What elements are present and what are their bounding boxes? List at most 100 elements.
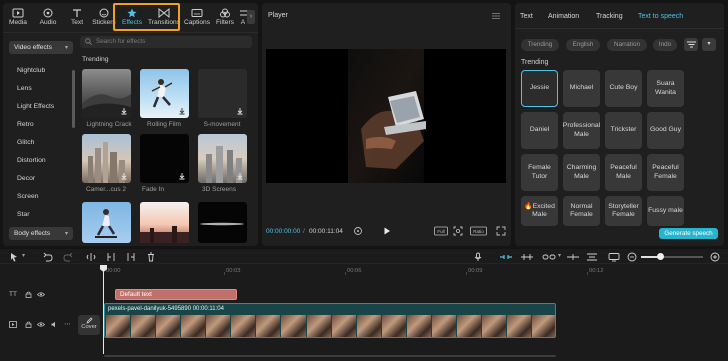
menu-icon[interactable] (492, 13, 500, 19)
toolbar-media[interactable]: Media (5, 6, 31, 31)
voice-michael[interactable]: Michael (563, 70, 600, 107)
voice-fussy-male[interactable]: Fussy male (647, 196, 684, 226)
download-icon[interactable] (178, 107, 186, 115)
zoom-in-icon[interactable] (710, 252, 720, 262)
category-glitch[interactable]: Glitch (17, 139, 34, 146)
chevron-down-icon[interactable]: ▾ (22, 252, 25, 259)
voice-suara-wanita[interactable]: Suara Wanita (647, 70, 684, 107)
filter-settings-button[interactable] (684, 38, 698, 51)
preview-axis-icon[interactable] (566, 252, 580, 262)
video-clip[interactable]: pexels-pavel-danilyuk-5495890 00:00:11:0… (104, 303, 556, 338)
tab-text[interactable]: Text (520, 13, 533, 20)
download-icon[interactable] (236, 107, 244, 115)
text-clip[interactable]: Default text (115, 289, 237, 300)
effect-thumb-rolling-film[interactable] (140, 69, 189, 118)
filter-narration[interactable]: Narration (607, 39, 647, 51)
filter-english[interactable]: English (566, 39, 600, 51)
voice-peaceful-male[interactable]: Peaceful Male (605, 154, 642, 191)
redo-icon[interactable] (63, 252, 73, 262)
voice-peaceful-female[interactable]: Peaceful Female (647, 154, 684, 191)
category-lens[interactable]: Lens (17, 85, 32, 92)
microphone-icon[interactable] (473, 252, 483, 262)
audio-mute-icon[interactable] (51, 321, 58, 328)
tab-text-to-speech[interactable]: Text to speech (638, 13, 683, 20)
undo-icon[interactable] (43, 252, 53, 262)
voice-normal-female[interactable]: Normal Female (563, 196, 600, 226)
effect-thumb-camera-focus-2[interactable] (82, 134, 131, 183)
download-icon[interactable] (120, 107, 128, 115)
snap-icon[interactable] (520, 252, 534, 262)
full-button[interactable]: Full (434, 226, 448, 236)
body-effects-dropdown[interactable]: Body effects ▾ (9, 227, 73, 240)
effect-thumb-light-line[interactable] (198, 202, 247, 243)
voice-excited-male[interactable]: 🔥Excited Male (521, 196, 558, 226)
video-preview[interactable] (266, 49, 506, 183)
category-scrollbar[interactable] (72, 70, 75, 128)
cover-button[interactable]: Cover (78, 315, 100, 335)
chevron-down-icon[interactable]: ▾ (558, 252, 561, 259)
category-star[interactable]: Star (17, 211, 29, 218)
split-right-icon[interactable] (126, 252, 136, 262)
category-nightclub[interactable]: Nightclub (17, 67, 45, 74)
effect-thumb-3d-screens[interactable] (198, 134, 247, 183)
split-left-icon[interactable] (106, 252, 116, 262)
voice-daniel[interactable]: Daniel (521, 112, 558, 149)
download-icon[interactable] (120, 172, 128, 180)
category-decor[interactable]: Decor (17, 175, 35, 182)
more-icon[interactable]: ⋯ (64, 320, 71, 328)
screen-icon[interactable] (608, 252, 620, 262)
effect-thumb-fade-in[interactable] (140, 134, 189, 183)
voice-good-guy[interactable]: Good Guy (647, 112, 684, 149)
category-light-effects[interactable]: Light Effects (17, 103, 54, 110)
download-icon[interactable] (178, 172, 186, 180)
effects-search-input[interactable]: Search for effects (80, 36, 252, 48)
timeline-scrollbar[interactable] (104, 355, 556, 357)
voice-storyteller-female[interactable]: Storyteller Female (605, 196, 642, 226)
video-effects-dropdown[interactable]: Video effects ▾ (9, 41, 73, 54)
time-total: 00:00:11:04 (309, 228, 343, 235)
lock-icon[interactable] (25, 291, 32, 298)
split-icon[interactable] (86, 252, 96, 262)
voice-cute-boy[interactable]: Cute Boy (605, 70, 642, 107)
scan-button[interactable] (453, 226, 463, 236)
toolbar-audio[interactable]: Audio (35, 6, 61, 31)
category-retro[interactable]: Retro (17, 121, 34, 128)
link-icon[interactable] (542, 252, 556, 262)
filter-indo[interactable]: Indo (653, 39, 677, 51)
download-icon[interactable] (236, 172, 244, 180)
toolbar-more-arrow[interactable]: › (247, 10, 255, 24)
tab-animation[interactable]: Animation (548, 13, 579, 20)
magnet-link-icon[interactable] (499, 252, 513, 262)
filter-trending[interactable]: Trending (521, 39, 559, 51)
select-tool-icon[interactable] (9, 252, 19, 262)
loop-button[interactable] (353, 226, 363, 236)
eye-icon[interactable] (37, 291, 45, 298)
ratio-button[interactable]: Ratio (470, 226, 487, 236)
voice-professional-male[interactable]: Professional Male (563, 112, 600, 149)
voice-jessie[interactable]: Jessie (521, 70, 558, 107)
delete-icon[interactable] (146, 252, 156, 262)
play-button[interactable] (382, 226, 392, 236)
voice-female-tutor[interactable]: Female Tutor (521, 154, 558, 191)
effect-thumb-s-movement[interactable] (198, 69, 247, 118)
toolbar-captions[interactable]: Captions (183, 6, 211, 31)
category-screen[interactable]: Screen (17, 193, 39, 200)
toolbar-filters[interactable]: Filters (213, 6, 237, 31)
lock-icon[interactable] (25, 321, 32, 328)
zoom-out-icon[interactable] (627, 252, 637, 262)
fullscreen-button[interactable] (496, 226, 506, 236)
zoom-slider-knob[interactable] (657, 253, 664, 260)
align-icon[interactable] (586, 252, 598, 262)
voice-trickster[interactable]: Trickster (605, 112, 642, 149)
category-distortion[interactable]: Distortion (17, 157, 46, 164)
eye-icon[interactable] (37, 321, 45, 328)
playhead[interactable] (103, 266, 104, 354)
filter-dropdown-button[interactable]: ▾ (702, 38, 716, 51)
toolbar-text[interactable]: Text (65, 6, 89, 31)
effect-thumb-lightning-crack[interactable] (82, 69, 131, 118)
tab-tracking[interactable]: Tracking (596, 13, 623, 20)
effect-thumb-skater[interactable] (82, 202, 131, 243)
generate-speech-button[interactable]: Generate speech (659, 228, 718, 239)
effect-thumb-sunset[interactable] (140, 202, 189, 243)
voice-charming-male[interactable]: Charming Male (563, 154, 600, 191)
